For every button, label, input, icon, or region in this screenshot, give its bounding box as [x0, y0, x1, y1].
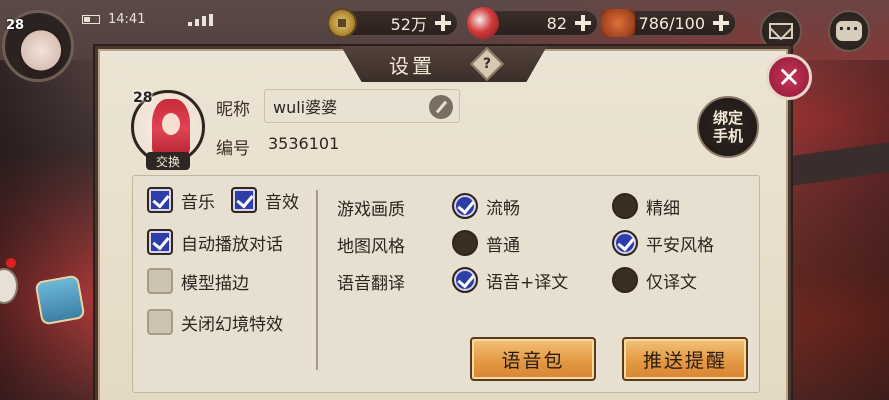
- translation-only-option[interactable]: 仅译文: [612, 267, 697, 293]
- stamina-counter[interactable]: 786/100: [601, 9, 736, 37]
- add-jade-icon[interactable]: [573, 13, 593, 33]
- music-label: 音乐: [181, 192, 215, 213]
- graphics-quality-label: 游戏画质: [337, 200, 405, 220]
- help-icon[interactable]: ?: [470, 47, 504, 81]
- help-glyph: ?: [482, 56, 492, 72]
- voice-with-translation-option[interactable]: 语音+译文: [452, 267, 568, 293]
- translation-only-radio[interactable]: [612, 267, 638, 293]
- sfx-label: 音效: [265, 192, 299, 213]
- jade-icon: [467, 7, 499, 39]
- close-icon: ✕: [777, 60, 801, 94]
- notification-dot: [6, 258, 16, 268]
- auto-dialog-option[interactable]: 自动播放对话: [147, 229, 283, 255]
- add-stamina-icon[interactable]: [711, 13, 731, 33]
- map-heian-label: 平安风格: [646, 235, 714, 256]
- graphics-smooth-option[interactable]: 流畅: [452, 193, 520, 219]
- bind-phone-button[interactable]: 绑定手机: [697, 96, 759, 158]
- graphics-smooth-radio[interactable]: [452, 193, 478, 219]
- battery-icon: [82, 14, 100, 24]
- coin-icon: [327, 8, 357, 38]
- map-normal-radio[interactable]: [452, 230, 478, 256]
- signal-icon: [188, 14, 222, 26]
- background-trees-left: [0, 60, 100, 400]
- translation-only-label: 仅译文: [646, 272, 697, 293]
- chat-icon: [836, 19, 862, 41]
- stamina-icon: [601, 9, 635, 37]
- charm-bag-icon[interactable]: [34, 274, 86, 326]
- add-coins-icon[interactable]: [433, 13, 453, 33]
- swap-avatar-button[interactable]: 交换: [146, 152, 190, 170]
- panel-divider: [316, 190, 318, 370]
- stamina-value: 786/100: [638, 13, 705, 33]
- id-label: 编号: [216, 139, 250, 159]
- voice-with-translation-label: 语音+译文: [486, 272, 569, 293]
- dialog-title-bar: 设置 ?: [341, 46, 547, 82]
- edit-icon[interactable]: [429, 95, 453, 119]
- auto-dialog-checkbox[interactable]: [147, 229, 173, 255]
- graphics-fine-radio[interactable]: [612, 193, 638, 219]
- avatar-face: [162, 113, 180, 135]
- avatar-face: [19, 27, 63, 79]
- voice-pack-button[interactable]: 语音包: [470, 337, 596, 381]
- map-normal-option[interactable]: 普通: [452, 230, 520, 256]
- jade-counter[interactable]: 82: [467, 7, 598, 39]
- nickname-value: wuli婆婆: [273, 98, 338, 117]
- voice-with-translation-radio[interactable]: [452, 267, 478, 293]
- nickname-label: 昵称: [216, 100, 250, 120]
- map-heian-option[interactable]: 平安风格: [612, 230, 714, 256]
- jade-value: 82: [546, 13, 567, 33]
- model-outline-checkbox[interactable]: [147, 268, 173, 294]
- sfx-checkbox[interactable]: [231, 187, 257, 213]
- disable-illusion-fx-checkbox[interactable]: [147, 309, 173, 335]
- sfx-option[interactable]: 音效: [231, 187, 299, 213]
- clock-time: 14:41: [108, 11, 146, 27]
- map-heian-radio[interactable]: [612, 230, 638, 256]
- dialog-title: 设置: [389, 53, 435, 78]
- status-bar: 14:41: [82, 8, 145, 30]
- music-checkbox[interactable]: [147, 187, 173, 213]
- player-level: 28: [6, 18, 25, 33]
- nickname-field[interactable]: wuli婆婆: [264, 89, 460, 123]
- coins-value: 52万: [390, 15, 427, 34]
- graphics-smooth-label: 流畅: [486, 198, 520, 219]
- id-value: 3536101: [268, 134, 340, 153]
- close-button[interactable]: ✕: [766, 54, 812, 100]
- disable-illusion-fx-option[interactable]: 关闭幻境特效: [147, 309, 283, 335]
- voice-translation-label: 语音翻译: [337, 274, 405, 294]
- music-option[interactable]: 音乐: [147, 187, 215, 213]
- push-notify-button[interactable]: 推送提醒: [622, 337, 748, 381]
- profile-level: 28: [133, 90, 153, 106]
- map-normal-label: 普通: [486, 235, 520, 256]
- mail-icon: [769, 23, 793, 39]
- model-outline-label: 模型描边: [181, 273, 249, 294]
- graphics-fine-option[interactable]: 精细: [612, 193, 680, 219]
- map-style-label: 地图风格: [337, 237, 405, 257]
- graphics-fine-label: 精细: [646, 198, 680, 219]
- chat-button[interactable]: [828, 10, 870, 52]
- coins-counter[interactable]: 52万: [327, 8, 458, 38]
- auto-dialog-label: 自动播放对话: [181, 234, 283, 255]
- model-outline-option[interactable]: 模型描边: [147, 268, 249, 294]
- disable-illusion-fx-label: 关闭幻境特效: [181, 314, 283, 335]
